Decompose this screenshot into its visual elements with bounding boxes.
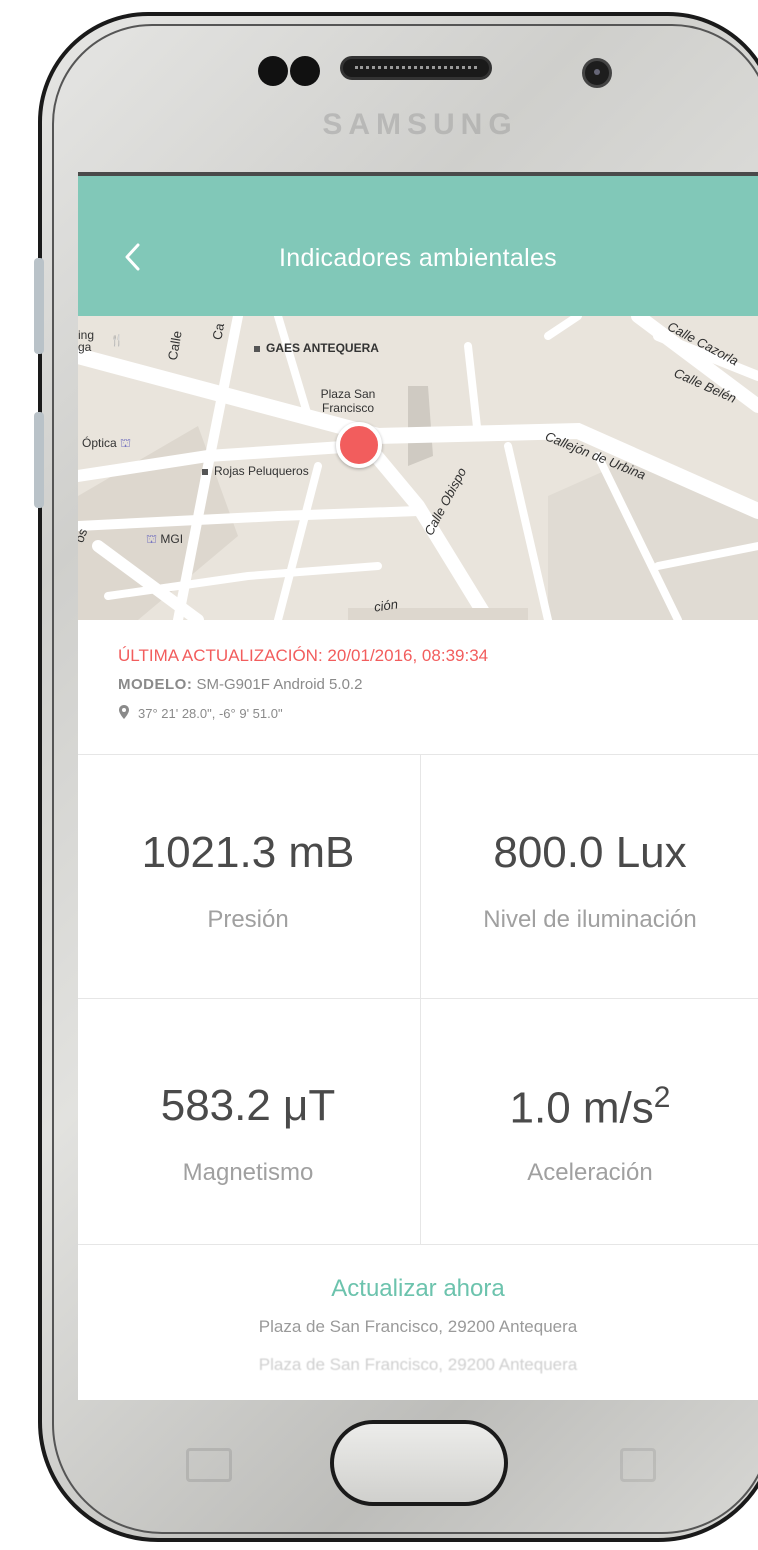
recent-apps-icon[interactable] xyxy=(186,1448,232,1482)
phone-screen: Indicadores ambientales ing ga 🍴 Calle C… xyxy=(78,172,758,1400)
device-info: ÚLTIMA ACTUALIZACIÓN: 20/01/2016, 08:39:… xyxy=(78,620,758,754)
refresh-now-button[interactable]: Actualizar ahora xyxy=(78,1275,758,1303)
metrics-grid: 1021.3 mB Presión 800.0 Lux Nivel de ilu… xyxy=(78,754,758,1244)
map-poi-mgi: ⛫ MGI xyxy=(146,532,184,546)
light-label: Nivel de iluminación xyxy=(483,906,697,933)
light-value: 800.0 Lux xyxy=(493,828,687,877)
model-value: SM-G901F Android 5.0.2 xyxy=(196,676,363,693)
location-pin-icon xyxy=(119,705,129,719)
address-text: Plaza de San Francisco, 29200 Antequera xyxy=(258,1317,578,1336)
device-model: MODELO: SM-G901F Android 5.0.2 xyxy=(118,676,362,693)
acceleration-number: 1.0 m/s xyxy=(509,1083,654,1133)
metric-pressure: 1021.3 mB Presión xyxy=(78,754,418,998)
pressure-value: 1021.3 mB xyxy=(141,828,355,877)
pressure-label: Presión xyxy=(207,906,289,933)
acceleration-exponent: 2 xyxy=(653,1081,671,1114)
last-update-value: 20/01/2016, 08:39:34 xyxy=(327,646,489,665)
metric-acceleration: 1.0 m/s2 Aceleración xyxy=(420,999,758,1244)
page-title: Indicadores ambientales xyxy=(279,244,557,272)
sensor-dot-left xyxy=(258,56,288,86)
acceleration-label: Aceleración xyxy=(527,1159,653,1186)
metric-light: 800.0 Lux Nivel de iluminación xyxy=(420,754,758,998)
map-label-ga: ga xyxy=(78,340,92,354)
location-map[interactable]: ing ga 🍴 Calle Ca GAES ANTEQUERA Plaza S… xyxy=(78,316,758,620)
coordinates-value: 37° 21' 28.0", -6° 9' 51.0" xyxy=(138,706,283,721)
map-poi-rojas: Rojas Peluqueros xyxy=(202,464,309,478)
map-poi-optica: Óptica ⛫ xyxy=(82,436,132,450)
location-marker-icon[interactable] xyxy=(336,422,382,468)
home-button[interactable] xyxy=(330,1420,508,1506)
metric-magnetism: 583.2 μT Magnetismo xyxy=(78,999,418,1244)
volume-down-key xyxy=(34,412,44,508)
last-update: ÚLTIMA ACTUALIZACIÓN: 20/01/2016, 08:39:… xyxy=(118,646,488,666)
last-update-label: ÚLTIMA ACTUALIZACIÓN: xyxy=(118,646,323,665)
coordinates: 37° 21' 28.0", -6° 9' 51.0" xyxy=(118,704,283,721)
map-poi-gaes: GAES ANTEQUERA xyxy=(254,341,379,355)
front-camera xyxy=(582,58,612,88)
brand-logo: SAMSUNG xyxy=(322,108,518,141)
restaurant-icon: 🍴 xyxy=(110,335,124,347)
magnetism-value: 583.2 μT xyxy=(160,1081,336,1130)
address-text-faded: Plaza de San Francisco, 29200 Antequera xyxy=(258,1355,578,1374)
acceleration-value: 1.0 m/s2 xyxy=(420,1081,758,1134)
sensor-dot-right xyxy=(290,56,320,86)
back-key-icon[interactable] xyxy=(620,1448,656,1482)
map-label-plaza: Plaza San Francisco xyxy=(320,387,376,415)
map-streets xyxy=(78,316,758,620)
magnetism-label: Magnetismo xyxy=(182,1159,314,1186)
footer: Actualizar ahora Plaza de San Francisco,… xyxy=(78,1244,758,1400)
speaker-grille xyxy=(340,56,492,80)
map-label-ca: Ca xyxy=(209,322,228,341)
volume-up-key xyxy=(34,258,44,354)
model-label: MODELO: xyxy=(118,676,193,693)
